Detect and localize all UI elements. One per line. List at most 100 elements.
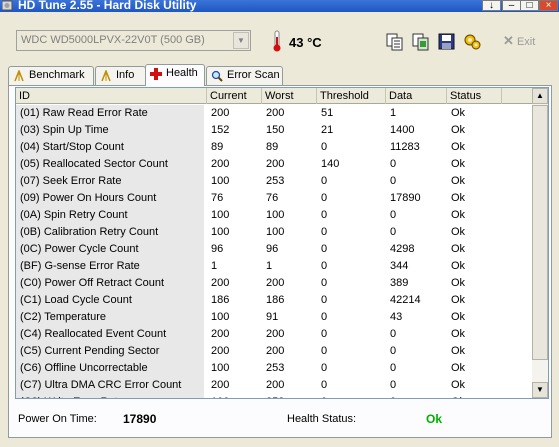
cell-worst: 253 (262, 394, 284, 398)
column-header-status[interactable]: Status (447, 88, 502, 104)
cell-data: 1 (390, 107, 397, 119)
cell-threshold: 0 (321, 226, 328, 238)
cell-status: Ok (451, 311, 466, 323)
cell-status: Ok (451, 294, 466, 306)
cell-status: Ok (451, 345, 466, 357)
tab-benchmark[interactable]: Benchmark (8, 66, 94, 85)
cell-worst: 76 (266, 192, 279, 204)
chevron-down-icon[interactable]: ▼ (233, 32, 249, 49)
cell-data: 42214 (390, 294, 421, 306)
table-row[interactable]: (C8) Write Error Rate100 253 0 0 Ok (16, 394, 533, 398)
tab-error-scan-label: Error Scan (227, 69, 280, 81)
cell-threshold: 140 (321, 158, 340, 170)
cell-current: 200 (211, 328, 230, 340)
table-row[interactable]: (04) Start/Stop Count 89 89 0 11283 Ok (16, 139, 533, 156)
cell-threshold: 0 (321, 192, 328, 204)
cell-threshold: 0 (321, 141, 328, 153)
cell-data: 0 (386, 394, 396, 398)
cell-worst: 100 (266, 209, 285, 221)
window-title: HD Tune 2.55 - Hard Disk Utility (18, 0, 197, 12)
power-on-value: 17890 (123, 412, 157, 426)
table-row[interactable]: (C6) Offline Uncorrectable 100 253 0 0 Ok (16, 360, 533, 377)
cell-worst: 200 (266, 277, 285, 289)
column-header-id[interactable]: ID (16, 88, 207, 104)
cell-threshold: 0 (321, 345, 328, 357)
cell-status: Ok (451, 260, 466, 272)
title-bar: HD Tune 2.55 - Hard Disk Utility ↓ – □ × (0, 0, 559, 12)
health-status-value: Ok (426, 412, 443, 426)
drive-select[interactable]: WDC WD5000LPVX-22V0T (500 GB) ▼ (16, 30, 251, 51)
cell-threshold: 21 (321, 124, 334, 136)
tab-health[interactable]: Health (145, 64, 205, 86)
cell-threshold: 0 (321, 277, 328, 289)
table-row[interactable]: (0B) Calibration Retry Count 100 100 0 0 Ok (16, 224, 533, 241)
table-row[interactable]: (BF) G-sense Error Rate 1 1 0 344 Ok (16, 258, 533, 275)
table-row[interactable]: (C2) Temperature 100 91 0 43 Ok (16, 309, 533, 326)
table-row[interactable]: (C5) Current Pending Sector 200 200 0 0 Ok (16, 343, 533, 360)
table-row[interactable]: (05) Reallocated Sector Count 200 200 140 0 O… (16, 156, 533, 173)
cell-status: Ok (447, 394, 465, 398)
cell-worst: 1 (266, 260, 273, 272)
cell-worst: 96 (266, 243, 279, 255)
temperature-value: 43 °C (289, 35, 322, 50)
column-header-worst[interactable]: Worst (262, 88, 317, 104)
cell-id: (C4) Reallocated Event Count (16, 326, 204, 343)
exit-button[interactable]: ✕ Exit (503, 33, 535, 49)
cell-status: Ok (451, 175, 466, 187)
copy-screenshot-icon[interactable] (411, 32, 430, 51)
tab-error-scan[interactable]: Error Scan (206, 66, 283, 85)
table-row[interactable]: (09) Power On Hours Count 76 76 0 17890 Ok (16, 190, 533, 207)
cell-id: (C8) Write Error Rate (16, 394, 204, 398)
cell-data: 389 (390, 277, 409, 289)
help-button[interactable]: ↓ (482, 0, 501, 11)
cell-current: 200 (211, 379, 230, 391)
cell-id: (C6) Offline Uncorrectable (16, 360, 204, 377)
copy-text-icon[interactable] (385, 32, 404, 51)
column-header-threshold[interactable]: Threshold (317, 88, 386, 104)
cell-status: Ok (451, 209, 466, 221)
table-row[interactable]: (C0) Power Off Retract Count 200 200 0 389 Ok (16, 275, 533, 292)
table-row[interactable]: (03) Spin Up Time 152 150 21 1400 Ok (16, 122, 533, 139)
scroll-down-icon[interactable]: ▼ (532, 382, 548, 398)
cell-status: Ok (451, 141, 466, 153)
cell-worst: 253 (266, 362, 285, 374)
table-row[interactable]: (0A) Spin Retry Count 100 100 0 0 Ok (16, 207, 533, 224)
options-icon[interactable] (463, 32, 482, 51)
cell-id: (0B) Calibration Retry Count (16, 224, 204, 241)
column-header-current[interactable]: Current (207, 88, 262, 104)
cell-id: (C5) Current Pending Sector (16, 343, 204, 360)
cell-current: 100 (211, 362, 230, 374)
cell-current: 100 (211, 226, 230, 238)
column-header-data[interactable]: Data (386, 88, 447, 104)
scroll-thumb[interactable] (532, 105, 548, 360)
scroll-up-icon[interactable]: ▲ (532, 88, 548, 104)
close-button[interactable]: × (539, 0, 558, 11)
cell-data: 0 (390, 345, 397, 357)
table-row[interactable]: (07) Seek Error Rate 100 253 0 0 Ok (16, 173, 533, 190)
cell-worst: 150 (266, 124, 285, 136)
table-row[interactable]: (0C) Power Cycle Count 96 96 0 4298 Ok (16, 241, 533, 258)
close-icon: ✕ (503, 33, 514, 48)
minimize-button[interactable]: – (502, 0, 521, 11)
table-row[interactable]: (C1) Load Cycle Count 186 186 0 42214 Ok (16, 292, 533, 309)
table-row[interactable]: (C7) Ultra DMA CRC Error Count 200 200 0 0 Ok (16, 377, 533, 394)
cell-status: Ok (451, 158, 466, 170)
cell-id: (05) Reallocated Sector Count (16, 156, 204, 173)
cell-id: (01) Raw Read Error Rate (16, 105, 204, 122)
cell-id: (03) Spin Up Time (16, 122, 204, 139)
save-icon[interactable] (437, 32, 456, 51)
cell-status: Ok (451, 277, 466, 289)
cell-threshold: 0 (317, 394, 327, 398)
cell-status: Ok (451, 379, 466, 391)
table-row[interactable]: (01) Raw Read Error Rate 200 200 51 1 Ok (16, 105, 533, 122)
table-row[interactable]: (C4) Reallocated Event Count 200 200 0 0 Ok (16, 326, 533, 343)
vertical-scrollbar[interactable]: ▲ ▼ (532, 88, 548, 398)
cell-id: (09) Power On Hours Count (16, 190, 204, 207)
status-footer: Power On Time: 17890 Health Status: Ok (15, 406, 549, 431)
cell-current: 200 (211, 107, 230, 119)
cell-id: (C2) Temperature (16, 309, 204, 326)
maximize-button[interactable]: □ (520, 0, 539, 11)
cell-id: (07) Seek Error Rate (16, 173, 204, 190)
tab-info[interactable]: Info (95, 66, 146, 85)
cell-worst: 200 (266, 158, 285, 170)
